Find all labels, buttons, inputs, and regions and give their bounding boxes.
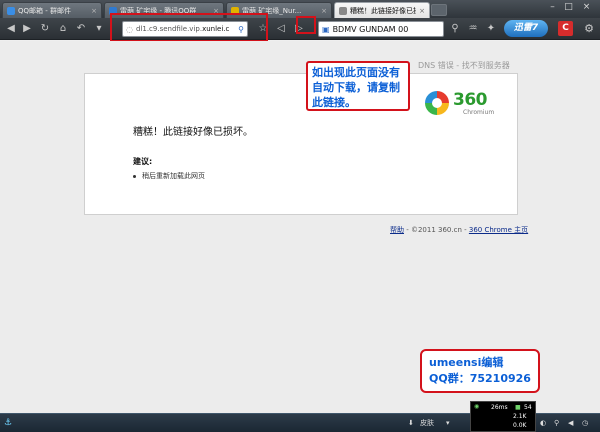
mail-icon xyxy=(7,6,15,15)
suggest-item-text: 稍后重新加载此网页 xyxy=(142,172,205,180)
footer-copyright: - ©2011 360.cn - xyxy=(404,226,469,234)
skin-menu[interactable]: 皮肤 xyxy=(420,417,434,430)
editor-name: umeensi编辑 xyxy=(429,356,504,369)
zoom-icon[interactable]: ⚲ xyxy=(554,417,559,430)
qq-group-number: QQ群：75210926 xyxy=(429,372,531,385)
gundam-icon[interactable]: ✦ xyxy=(484,22,498,36)
forward-icon[interactable]: ▶ xyxy=(20,22,34,36)
minimize-icon[interactable]: – xyxy=(546,2,559,14)
c-button[interactable]: C xyxy=(558,21,573,36)
maximize-icon[interactable]: □ xyxy=(562,2,575,14)
menu-icon[interactable]: ⚙ xyxy=(582,22,596,36)
upload-speed: 2.1K xyxy=(513,413,527,420)
logo-360: 360 Chromium xyxy=(425,90,515,121)
monitor-indicator-icon: ■ xyxy=(515,404,521,411)
logo-sub: Chromium xyxy=(463,109,495,116)
logo-text: 360 xyxy=(453,90,488,110)
suggest-heading: 建议: xyxy=(133,157,153,166)
download-speed: 0.0K xyxy=(513,422,527,429)
close-window-icon[interactable]: × xyxy=(580,2,593,14)
dropdown-icon[interactable]: ▾ xyxy=(92,22,106,36)
page-footer: 帮助 - ©2011 360.cn - 360 Chrome 主页 xyxy=(390,225,528,235)
close-icon[interactable]: × xyxy=(321,7,327,15)
error-title: 糟糕！此链接好像已损坏。 xyxy=(133,127,253,138)
monitor-value: 54 xyxy=(524,404,532,411)
tab-title: QQ邮箱 - 群邮件 xyxy=(18,6,71,15)
chromium-logo-icon xyxy=(425,91,449,115)
close-icon[interactable]: × xyxy=(91,7,97,15)
home-icon[interactable]: ⌂ xyxy=(56,22,70,36)
prev-icon[interactable]: ◁ xyxy=(274,22,288,36)
dns-error-label: DNS 错误 - 找不到服务器 xyxy=(418,61,510,70)
network-monitor: ◉ 26ms ■ 54 2.1K 0.0K xyxy=(470,401,536,432)
tab-title: 糟糕！此链接好像已损坏 xyxy=(350,6,416,15)
bullet-icon xyxy=(133,174,136,178)
download-tip-callout: 如出现此页面没有自动下载，请复制此链接。 xyxy=(306,61,410,111)
download-icon[interactable]: ⬇ xyxy=(408,417,414,430)
refresh-icon[interactable]: ↻ xyxy=(38,22,52,36)
tab-broken-link[interactable]: 糟糕！此链接好像已损坏 × xyxy=(334,2,430,18)
home-link[interactable]: 360 Chrome 主页 xyxy=(469,226,528,234)
chevron-down-icon[interactable]: ▾ xyxy=(446,417,450,430)
close-icon[interactable]: × xyxy=(419,7,425,15)
new-tab-button[interactable] xyxy=(431,4,447,16)
monitor-icon: ◉ xyxy=(474,403,480,410)
help-link[interactable]: 帮助 xyxy=(390,226,404,234)
tray-icon[interactable]: ◐ xyxy=(540,417,546,430)
thunder-button[interactable]: 迅雷7 xyxy=(504,20,548,37)
undo-close-icon[interactable]: ↶ xyxy=(74,22,88,36)
tab-qq-mail[interactable]: QQ邮箱 - 群邮件 × xyxy=(2,2,102,18)
extension-icon[interactable]: ♒ xyxy=(466,22,480,36)
speaker-icon[interactable]: ◀ xyxy=(568,417,573,430)
suggest-item: 稍后重新加载此网页 xyxy=(133,171,205,181)
highlight-small-box xyxy=(296,16,316,34)
editor-callout: umeensi编辑 QQ群：75210926 xyxy=(420,349,540,393)
search-engine-icon[interactable]: ▣ xyxy=(322,25,330,34)
error-card: 糟糕！此链接好像已损坏。 建议: 稍后重新加载此网页 360 Chromium xyxy=(84,73,518,215)
ping-value: 26ms xyxy=(491,404,508,411)
search-text[interactable]: BDMV GUNDAM 00 xyxy=(333,25,409,34)
search-box[interactable]: ▣ BDMV GUNDAM 00 xyxy=(318,21,444,37)
page-icon xyxy=(339,6,347,15)
search-go-icon[interactable]: ⚲ xyxy=(448,22,462,36)
back-icon[interactable]: ◀ xyxy=(4,22,18,36)
clock-icon[interactable]: ◷ xyxy=(582,417,588,430)
status-icon[interactable]: ⚓ xyxy=(4,417,12,430)
